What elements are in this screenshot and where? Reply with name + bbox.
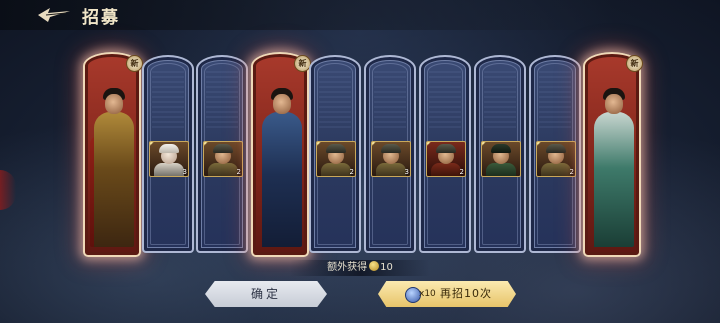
general-card-2[interactable]: ✦ 3 [142, 55, 194, 253]
page-title: 招募 [82, 8, 120, 28]
extra-reward-amount: 10 [380, 262, 393, 273]
red-smoke-decoration [0, 170, 16, 210]
general-portrait: ✦ 3 [371, 141, 411, 177]
general-portrait: ✦ 2 [316, 141, 356, 177]
confirm-label: 确定 [250, 287, 281, 301]
class-icon: ✦ [537, 142, 544, 149]
general-card-6[interactable]: ✦ 3 [364, 55, 416, 253]
star-count: 2 [236, 168, 241, 176]
general-card-3[interactable]: ✦ 2 [196, 55, 248, 253]
class-icon: ✦ [150, 142, 157, 149]
recruit-cost: x10 [419, 289, 436, 299]
recruit-again-button[interactable]: x10 再招10次 [378, 281, 516, 307]
general-portrait: ✦ [481, 141, 521, 177]
star-count: 2 [349, 168, 354, 176]
hero-card-10[interactable]: 新 [583, 52, 643, 257]
general-card-7[interactable]: ✦ 2 [419, 55, 471, 253]
header-bar: 招募 [0, 0, 720, 30]
class-icon: ✦ [482, 142, 489, 149]
star-count: 3 [182, 168, 187, 176]
extra-reward-label: 额外获得 [327, 262, 368, 273]
class-icon: ✦ [372, 142, 379, 149]
general-card-5[interactable]: ✦ 2 [309, 55, 361, 253]
star-count: 2 [459, 168, 464, 176]
general-portrait: ✦ 3 [149, 141, 189, 177]
class-icon: ✦ [317, 142, 324, 149]
confirm-button[interactable]: 确定 [205, 281, 327, 307]
recruit-label: 再招10次 [440, 287, 492, 300]
new-badge: 新 [126, 55, 143, 72]
coin-icon [369, 261, 380, 271]
hero-card-1[interactable]: 新 [83, 52, 143, 257]
general-card-8[interactable]: ✦ [474, 55, 526, 253]
general-portrait: ✦ 2 [203, 141, 243, 177]
class-icon: ✦ [427, 142, 434, 149]
star-count: 3 [404, 168, 409, 176]
star-count: 2 [569, 168, 574, 176]
back-arrow-icon[interactable] [36, 6, 72, 24]
hero-portrait [90, 76, 134, 247]
extra-reward-bar: 额外获得 10 [290, 260, 430, 276]
hero-card-4[interactable]: 新 [251, 52, 311, 257]
class-icon: ✦ [204, 142, 211, 149]
general-portrait: ✦ 2 [426, 141, 466, 177]
hero-portrait [258, 76, 302, 247]
new-badge: 新 [626, 55, 643, 72]
general-card-9[interactable]: ✦ 2 [529, 55, 581, 253]
general-portrait: ✦ 2 [536, 141, 576, 177]
hero-portrait [590, 76, 634, 247]
